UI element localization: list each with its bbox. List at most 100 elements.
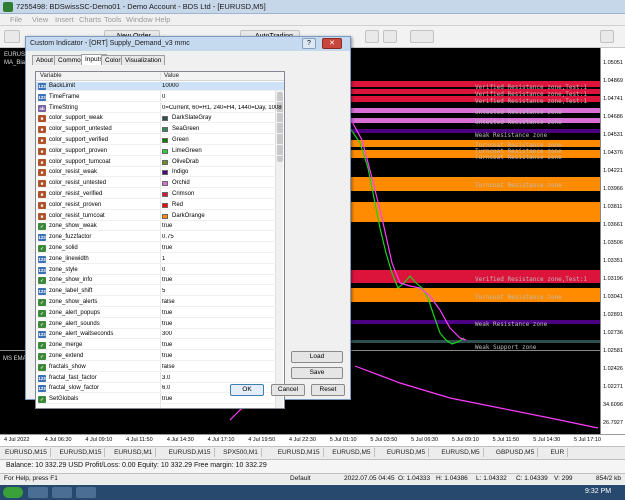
chart-tab[interactable]: EURUSD,M15 xyxy=(57,448,106,457)
taskbar-browser-icon[interactable] xyxy=(52,487,72,498)
zoom-out-icon[interactable] xyxy=(383,30,397,43)
chart-tab[interactable]: EURUSD,M1 xyxy=(111,448,157,457)
chart-tab[interactable]: EURUSD,M5 xyxy=(438,448,484,457)
chart-tab[interactable]: EURUSD,M15 xyxy=(275,448,324,457)
variable-name: zone_solid xyxy=(49,245,78,251)
price-label: 1.02271 xyxy=(603,384,623,390)
table-row[interactable]: ■ color_support_turncoat OliveDrab xyxy=(36,158,284,167)
table-row[interactable]: ■ color_support_untested SeaGreen xyxy=(36,125,284,135)
chart-tab[interactable]: SPX500,M1 xyxy=(220,448,262,457)
price-label: 1.03661 xyxy=(603,222,623,228)
menu-file[interactable]: File xyxy=(10,15,22,24)
table-row[interactable]: ✓ SetGlobals true xyxy=(36,395,284,405)
help-button[interactable]: ? xyxy=(302,38,316,49)
menu-tools[interactable]: Tools xyxy=(104,15,122,24)
table-row[interactable]: ■ color_support_verified Green xyxy=(36,136,284,145)
menu-view[interactable]: View xyxy=(32,15,48,24)
status-close: C: 1.04339 xyxy=(516,475,548,482)
tab-visualization[interactable]: Visualization xyxy=(121,55,166,65)
price-label: 1.02426 xyxy=(603,366,623,372)
table-row[interactable]: ■ color_resist_proven Red xyxy=(36,201,284,210)
table-row[interactable]: 123 BackLimit 10000 xyxy=(36,82,284,91)
color-swatch xyxy=(162,170,168,176)
table-row[interactable]: ✓ zone_alert_popups true xyxy=(36,309,284,318)
variable-name: color_resist_verified xyxy=(49,191,103,197)
table-row[interactable]: ab TimeString 0=Current, 60=H1, 240=H4, 14… xyxy=(36,104,284,113)
ok-button[interactable]: OK xyxy=(230,384,264,396)
col-type-icon: ■ xyxy=(38,137,46,144)
variable-name: color_resist_untested xyxy=(49,180,107,187)
price-label: 1.05051 xyxy=(603,60,623,66)
chart-tab[interactable]: EURUSD,M5 xyxy=(329,448,375,457)
chart-tab[interactable]: EURUSD,M5 xyxy=(384,448,430,457)
chart-tab[interactable]: EURUSD,M15 xyxy=(166,448,215,457)
cancel-button[interactable]: Cancel xyxy=(271,384,305,396)
variable-name: BackLimit xyxy=(49,83,76,89)
load-button[interactable]: Load xyxy=(291,351,343,363)
inputs-table: Variable Value 123 BackLimit 10000 123 TimeF… xyxy=(35,71,285,409)
table-row[interactable]: ✓ zone_merge true xyxy=(36,341,284,351)
num-type-icon: 123 xyxy=(38,288,46,296)
price-label: 34.6096 xyxy=(603,402,623,408)
close-button[interactable]: ✕ xyxy=(322,38,342,49)
indicators-icon[interactable] xyxy=(410,30,434,43)
time-label: 5 Jul 03:50 xyxy=(370,437,398,443)
variable-value: 3.0 xyxy=(162,374,171,381)
table-row[interactable]: ■ color_support_weak DarkSlateGray xyxy=(36,114,284,124)
table-row[interactable]: 123 zone_style 0 xyxy=(36,266,284,275)
app-icon xyxy=(3,2,13,12)
new-chart-icon[interactable] xyxy=(4,30,20,43)
menu-help[interactable]: Help xyxy=(155,15,170,24)
reset-button[interactable]: Reset xyxy=(311,384,345,396)
custom-indicator-dialog: Custom Indicator - [ORT] Supply_Demand_v… xyxy=(25,36,351,409)
table-row[interactable]: ■ color_resist_weak Indigo xyxy=(36,168,284,178)
col-type-icon: ■ xyxy=(38,201,46,209)
table-row[interactable]: 123 TimeFrame 0 xyxy=(36,93,284,102)
variable-name: color_support_weak xyxy=(49,115,103,122)
taskbar-explorer-icon[interactable] xyxy=(28,487,48,498)
status-bar: For Help, press F1 Default 2022.07.05 04… xyxy=(0,473,625,485)
app-title-bar: 7255498: BDSwissSC-Demo01 - Demo Account… xyxy=(0,0,625,14)
time-label: 4 Jul 22:30 xyxy=(289,437,316,443)
table-row[interactable]: 123 zone_alert_waitseconds 300 xyxy=(36,330,284,340)
chart-tab[interactable]: EURUSD,M15 xyxy=(2,448,51,457)
status-high: H: 1.04386 xyxy=(436,475,468,482)
variable-name: SetGlobals xyxy=(49,396,79,403)
sub-indicator-line xyxy=(354,365,599,429)
variable-value: LimeGreen xyxy=(172,147,202,154)
table-row[interactable]: ✓ fractals_show false xyxy=(36,363,284,372)
taskbar-app-icon[interactable] xyxy=(76,487,96,498)
table-row[interactable]: ■ color_resist_untested Orchid xyxy=(36,179,284,189)
table-row[interactable]: ■ color_resist_turncoat DarkOrange xyxy=(36,212,284,221)
zoom-in-icon[interactable] xyxy=(365,30,379,43)
menu-window[interactable]: Window xyxy=(126,15,153,24)
chart-tab[interactable]: EUR xyxy=(547,448,569,457)
variable-name: color_resist_weak xyxy=(49,169,98,176)
table-row[interactable]: 123 zone_label_shift 5 xyxy=(36,287,284,297)
table-row[interactable]: 123 fractal_fast_factor 3.0 xyxy=(36,374,284,383)
table-row[interactable]: ✓ zone_solid true xyxy=(36,244,284,253)
start-icon[interactable] xyxy=(3,487,23,498)
variable-name: fractal_slow_factor xyxy=(49,385,100,392)
variable-value: 0 xyxy=(162,93,166,100)
variable-name: color_support_verified xyxy=(49,137,109,143)
menu-insert[interactable]: Insert xyxy=(55,15,74,24)
num-type-icon: 123 xyxy=(38,255,46,263)
search-icon[interactable] xyxy=(600,30,614,43)
save-button[interactable]: Save xyxy=(291,367,343,379)
table-row[interactable]: ■ color_resist_verified Crimson xyxy=(36,190,284,199)
table-row[interactable]: ✓ zone_show_alerts false xyxy=(36,298,284,307)
table-row[interactable]: ✓ zone_show_weak true xyxy=(36,222,284,232)
bool-type-icon: ✓ xyxy=(38,396,46,404)
menu-charts[interactable]: Charts xyxy=(79,15,101,24)
table-row[interactable]: 123 zone_fuzzfactor 0.75 xyxy=(36,233,284,243)
table-row[interactable]: ✓ zone_show_info true xyxy=(36,276,284,286)
color-swatch xyxy=(162,213,168,219)
chart-tab[interactable]: GBPUSD,M5 xyxy=(493,448,539,457)
menu-bar: File View Insert Charts Tools Window Hel… xyxy=(0,14,625,26)
table-row[interactable]: ✓ zone_alert_sounds true xyxy=(36,320,284,329)
table-row[interactable]: ■ color_support_proven LimeGreen xyxy=(36,147,284,156)
table-row[interactable]: ✓ zone_extend true xyxy=(36,352,284,361)
table-row[interactable]: 123 zone_linewidth 1 xyxy=(36,255,284,264)
time-label: 4 Jul 09:10 xyxy=(85,437,113,443)
